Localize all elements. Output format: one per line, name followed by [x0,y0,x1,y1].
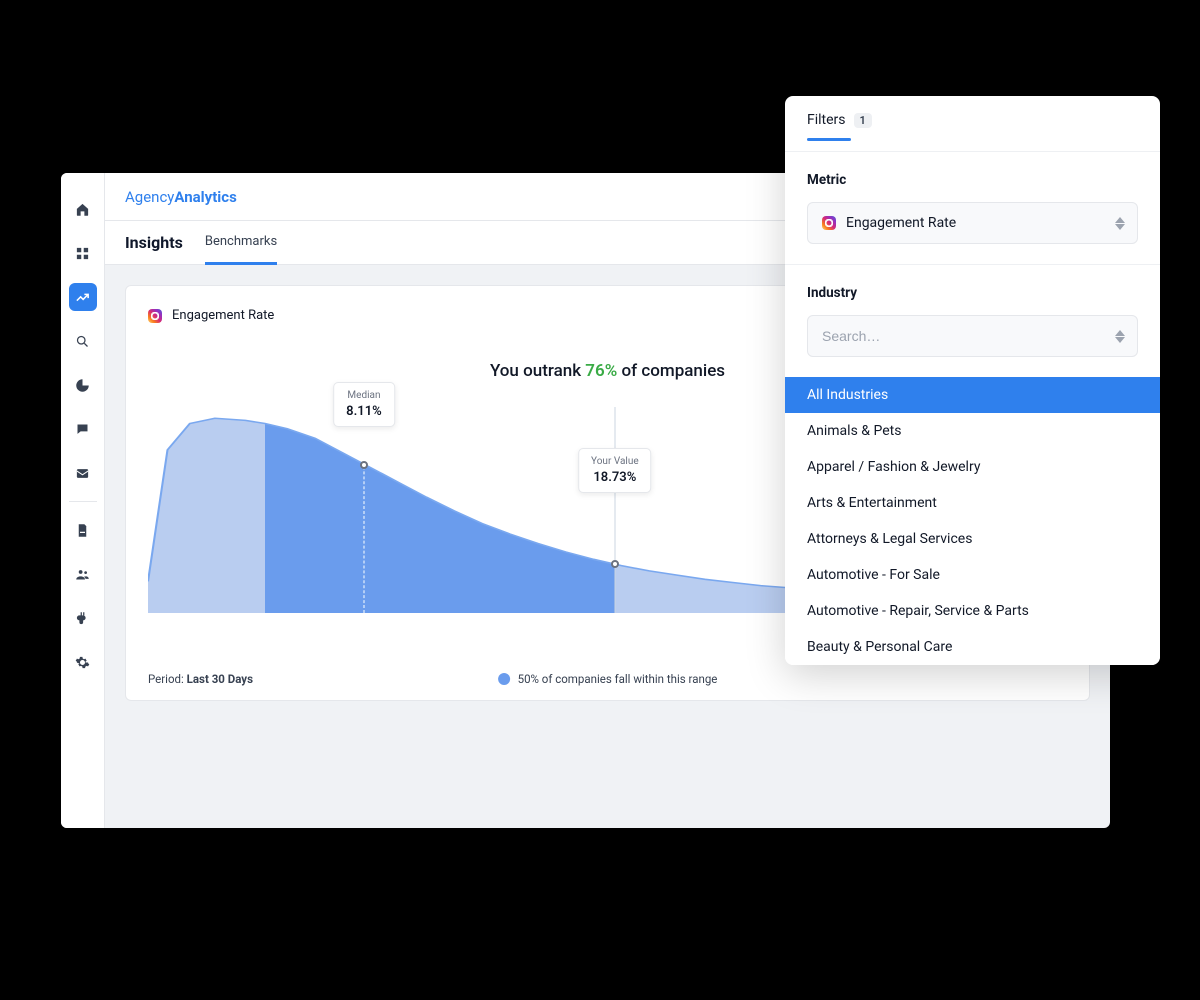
legend: 50% of companies fall within this range [498,672,718,686]
median-marker-dot [360,461,368,469]
brand-word-b: Analytics [174,188,236,206]
sidebar-item-reports[interactable] [69,371,97,399]
your-tooltip-value: 18.73% [591,470,639,485]
instagram-icon [822,216,836,230]
sidebar-item-home[interactable] [69,195,97,223]
your-marker-dot [611,560,619,568]
industry-option[interactable]: Animals & Pets [785,413,1160,449]
industry-option[interactable]: Beauty & Personal Care [785,629,1160,665]
legend-dot-icon [498,673,510,685]
legend-label: 50% of companies fall within this range [518,672,718,686]
card-metric-name: Engagement Rate [172,308,274,323]
filters-header: Filters 1 [785,96,1160,128]
headline-post: of companies [617,361,725,381]
metric-select[interactable]: Engagement Rate [807,202,1138,244]
industry-option[interactable]: Automotive - For Sale [785,557,1160,593]
industry-option[interactable]: All Industries [785,377,1160,413]
sidebar-item-integrations[interactable] [69,604,97,632]
your-tooltip: Your Value 18.73% [578,448,652,493]
sidebar-item-dashboards[interactable] [69,239,97,267]
industry-search[interactable] [807,315,1138,357]
filter-section-industry: Industry [785,264,1160,377]
sidebar [61,173,105,828]
instagram-icon [148,309,162,323]
your-marker-line [614,407,615,613]
filters-tab-underline [807,138,851,141]
sidebar-item-documents[interactable] [69,516,97,544]
period-value: Last 30 Days [187,672,253,686]
sidebar-item-feedback[interactable] [69,415,97,443]
metric-select-value: Engagement Rate [846,215,956,231]
industry-option[interactable]: Apparel / Fashion & Jewelry [785,449,1160,485]
headline-pct: 76% [585,361,617,381]
tab-benchmarks[interactable]: Benchmarks [205,221,277,265]
card-footer: Period: Last 30 Days 50% of companies fa… [148,672,1067,686]
sidebar-item-insights[interactable] [69,283,97,311]
brand-word-a: Agency [125,188,174,206]
brand-logo: AgencyAnalytics [125,188,237,206]
median-marker-line [363,407,364,613]
sidebar-item-settings[interactable] [69,648,97,676]
period-label: Period: [148,672,187,686]
metric-label: Metric [807,172,1138,188]
sidebar-divider [69,501,97,502]
sidebar-item-search[interactable] [69,327,97,355]
industry-option[interactable]: Attorneys & Legal Services [785,521,1160,557]
your-tooltip-label: Your Value [591,456,639,467]
headline-pre: You outrank [490,361,585,381]
sidebar-item-messages[interactable] [69,459,97,487]
updown-icon [1115,330,1125,343]
industry-dropdown: All Industries Animals & Pets Apparel / … [785,377,1160,665]
median-tooltip: Median 8.11% [333,382,395,427]
industry-option[interactable]: Automotive - Repair, Service & Parts [785,593,1160,629]
median-tooltip-value: 8.11% [346,404,382,419]
sidebar-item-users[interactable] [69,560,97,588]
filters-title: Filters [807,112,846,128]
page-title: Insights [125,233,183,252]
filters-panel: Filters 1 Metric Engagement Rate Industr… [785,96,1160,665]
industry-search-input[interactable] [822,328,1123,344]
industry-option[interactable]: Arts & Entertainment [785,485,1160,521]
updown-icon [1115,217,1125,230]
median-tooltip-label: Median [346,390,382,401]
filter-section-metric: Metric Engagement Rate [785,151,1160,264]
filters-count-badge: 1 [854,113,872,128]
industry-label: Industry [807,285,1138,301]
period-text: Period: Last 30 Days [148,672,253,686]
